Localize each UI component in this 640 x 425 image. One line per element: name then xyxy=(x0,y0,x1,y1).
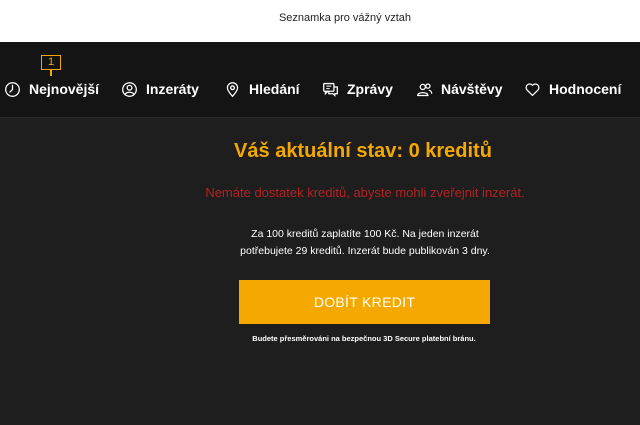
location-pin-icon xyxy=(226,81,239,97)
new-items-badge: 1 xyxy=(41,55,61,76)
pricing-info-line: potřebujete 29 kreditů. Inzerát bude pub… xyxy=(240,245,490,257)
users-icon xyxy=(417,82,433,96)
nav-item-label: Zprávy xyxy=(347,81,393,97)
badge-count: 1 xyxy=(41,55,61,70)
nav-item-label: Inzeráty xyxy=(146,81,199,97)
nav-item-label: Návštěvy xyxy=(441,81,503,97)
nav-item-label: Nejnovější xyxy=(29,81,100,97)
badge-pointer xyxy=(50,70,52,76)
credit-status-heading: Váš aktuální stav: 0 kreditů xyxy=(234,140,492,162)
clock-icon xyxy=(5,81,20,97)
nav-item-visits[interactable]: Návštěvy xyxy=(416,78,503,100)
nav-item-label: Hledání xyxy=(249,81,300,97)
user-icon xyxy=(122,81,137,97)
heart-icon xyxy=(525,82,540,96)
insufficient-credit-message: Nemáte dostatek kreditů, abyste mohli zv… xyxy=(205,185,525,200)
topup-credit-button[interactable]: DOBÍT KREDIT xyxy=(239,280,490,324)
pricing-info-line: Za 100 kreditů zaplatíte 100 Kč. Na jede… xyxy=(251,228,479,240)
nav-item-listings[interactable]: Inzeráty xyxy=(121,78,199,100)
nav-item-ratings[interactable]: Hodnocení xyxy=(524,78,621,100)
chat-icon xyxy=(323,82,338,97)
main-navigation: 1 Nejnovější Inzeráty Hledání Zprávy Náv… xyxy=(0,42,640,118)
top-header: Seznamka pro vážný vztah xyxy=(0,0,640,42)
pricing-info: Za 100 kreditů zaplatíte 100 Kč. Na jede… xyxy=(45,226,640,260)
nav-item-messages[interactable]: Zprávy xyxy=(322,78,393,100)
nav-item-newest[interactable]: Nejnovější xyxy=(4,78,99,100)
secure-payment-note: Budete přesměrováni na bezpečnou 3D Secu… xyxy=(252,334,476,343)
nav-item-search[interactable]: Hledání xyxy=(224,78,300,100)
nav-item-label: Hodnocení xyxy=(549,81,622,97)
credit-status-panel: Váš aktuální stav: 0 kreditů Nemáte dost… xyxy=(0,118,640,425)
site-title: Seznamka pro vážný vztah xyxy=(278,12,412,24)
